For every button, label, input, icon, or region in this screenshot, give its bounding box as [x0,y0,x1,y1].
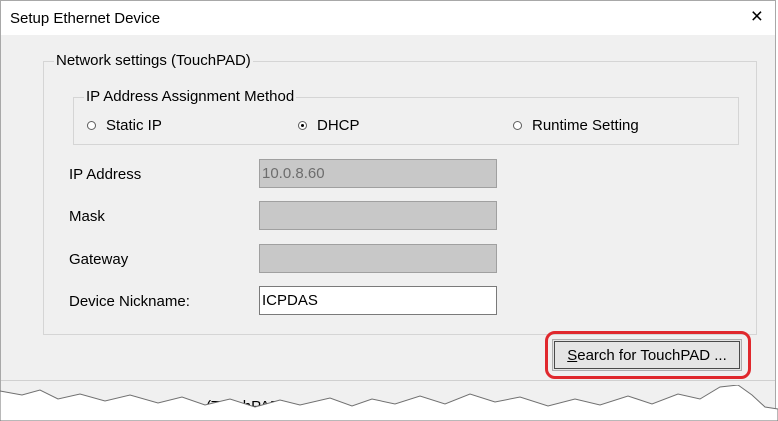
radio-runtime-setting[interactable]: Runtime Setting [513,117,639,134]
setup-ethernet-dialog: Setup Ethernet Device × Network settings… [0,0,776,419]
network-settings-legend: Network settings (TouchPAD) [56,52,251,69]
window-title: Setup Ethernet Device [10,10,161,27]
search-touchpad-button[interactable]: Search for TouchPAD ... [552,339,742,371]
search-button-label: earch for TouchPAD ... [577,346,727,364]
radio-dhcp-indicator[interactable] [298,121,307,130]
ip-address-label: IP Address [69,166,142,183]
torn-edge-decoration [0,385,778,421]
ip-assignment-legend: IP Address Assignment Method [86,88,295,105]
ip-assignment-group: IP Address Assignment Method [73,89,739,145]
radio-dhcp-label: DHCP [317,117,360,134]
radio-runtime-setting-label: Runtime Setting [532,117,639,134]
ip-address-field[interactable] [259,159,497,188]
radio-runtime-setting-indicator[interactable] [513,121,522,130]
mask-field[interactable] [259,201,497,230]
gateway-field[interactable] [259,244,497,273]
radio-static-ip[interactable]: Static IP [87,117,162,134]
device-nickname-label: Device Nickname: [69,293,190,310]
title-bar: Setup Ethernet Device × [1,1,775,35]
device-nickname-field[interactable] [259,286,497,315]
radio-static-ip-label: Static IP [106,117,162,134]
section-divider [1,380,775,381]
gateway-label: Gateway [69,251,129,268]
mask-label: Mask [69,208,105,225]
radio-dhcp[interactable]: DHCP [298,117,360,134]
search-button-accel: S [567,346,578,364]
close-icon[interactable]: × [751,6,763,28]
radio-static-ip-indicator[interactable] [87,121,96,130]
